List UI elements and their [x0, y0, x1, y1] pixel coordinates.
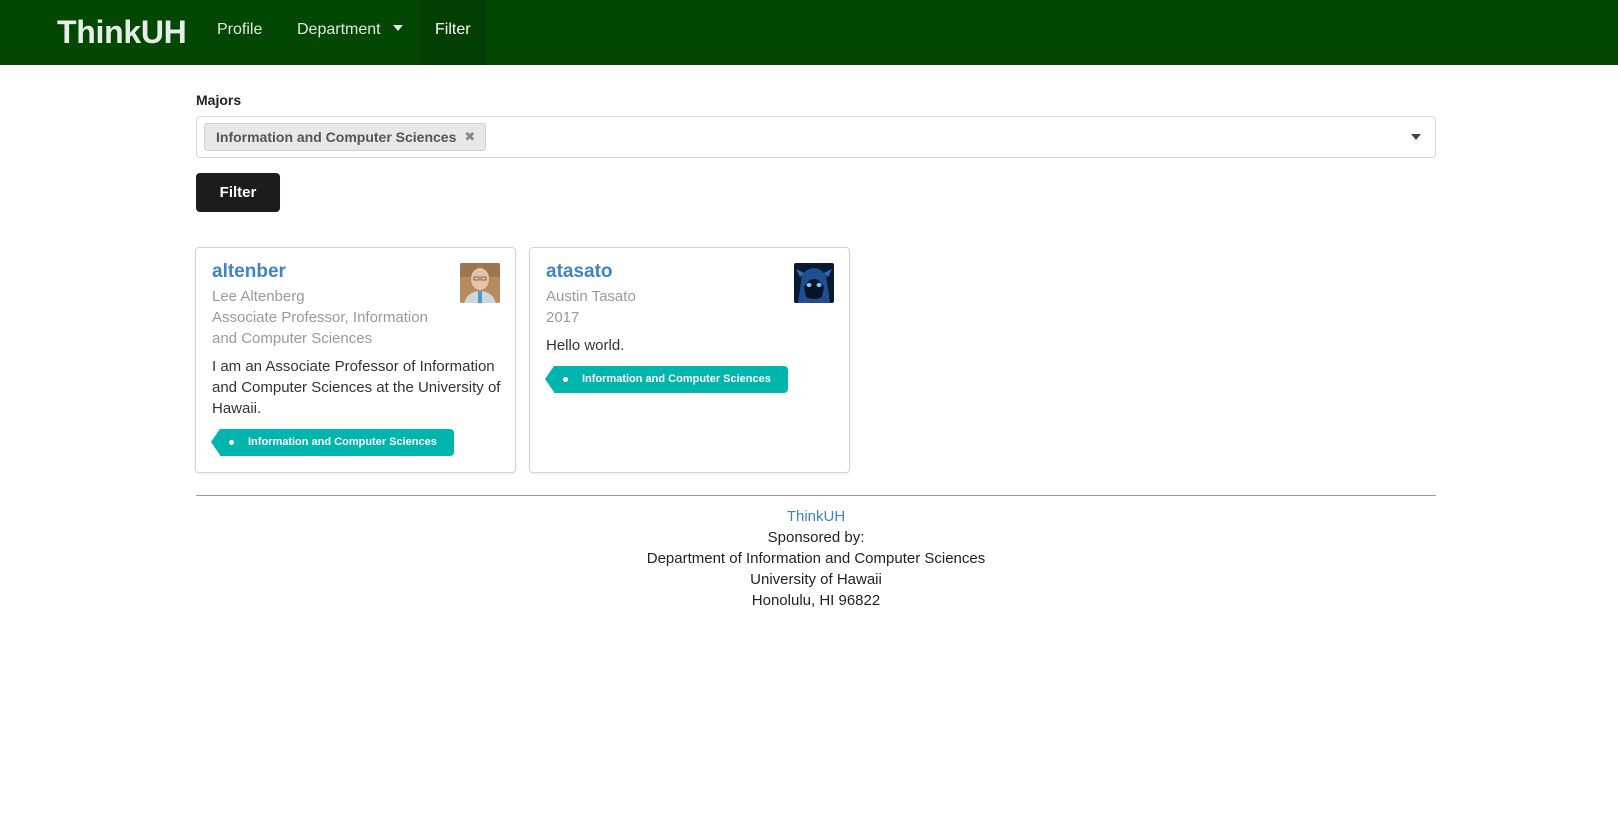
top-navbar: ThinkUH Profile Department Filter [0, 0, 1618, 65]
footer-sponsored: Sponsored by: [767, 529, 865, 546]
remove-chip-icon[interactable]: ✖ [464, 124, 475, 150]
nav-department-dropdown[interactable]: Department [281, 0, 419, 65]
nav-profile[interactable]: Profile [201, 0, 278, 65]
footer-address: Honolulu, HI 96822 [751, 592, 881, 609]
majors-label: Majors [196, 92, 242, 108]
brand-logo[interactable]: ThinkUH [57, 14, 187, 51]
footer-university: University of Hawaii [750, 571, 882, 588]
majors-multiselect[interactable]: Information and Computer Sciences ✖ [196, 116, 1436, 158]
profile-card: altenber Lee Altenberg Associate Profess… [195, 247, 516, 473]
avatar [794, 263, 834, 303]
major-tag[interactable]: Information and Computer Sciences [545, 366, 788, 393]
card-fullname: Austin Tasato [546, 288, 636, 305]
card-meta: Lee Altenberg Associate Professor, Infor… [212, 286, 450, 349]
card-username[interactable]: altenber [212, 261, 286, 283]
card-description: Hello world. [546, 337, 625, 354]
dropdown-caret-icon[interactable] [1411, 134, 1421, 140]
chip-label: Information and Computer Sciences [216, 129, 457, 145]
filter-button[interactable]: Filter [196, 173, 280, 212]
footer-divider [196, 495, 1436, 496]
selected-major-chip[interactable]: Information and Computer Sciences ✖ [204, 123, 487, 151]
major-tag[interactable]: Information and Computer Sciences [211, 429, 454, 456]
nav-filter[interactable]: Filter [419, 0, 487, 65]
avatar [460, 263, 500, 303]
card-username[interactable]: atasato [546, 261, 613, 283]
footer-department: Department of Information and Computer S… [646, 550, 986, 567]
footer-thinkuh-link[interactable]: ThinkUH [0, 506, 1618, 527]
nav-department-label: Department [297, 21, 381, 38]
card-year: 2017 [546, 309, 580, 326]
card-fullname: Lee Altenberg [212, 288, 305, 305]
caret-down-icon [392, 24, 403, 31]
footer: ThinkUH Sponsored by: Department of Info… [0, 506, 1618, 611]
card-description: I am an Associate Professor of Informati… [212, 358, 501, 417]
profile-card: atasato Austin Tasato 2017 Hello world. … [529, 247, 850, 473]
card-meta: Austin Tasato 2017 [546, 286, 784, 328]
card-position: Associate Professor, Information and Com… [212, 309, 428, 347]
